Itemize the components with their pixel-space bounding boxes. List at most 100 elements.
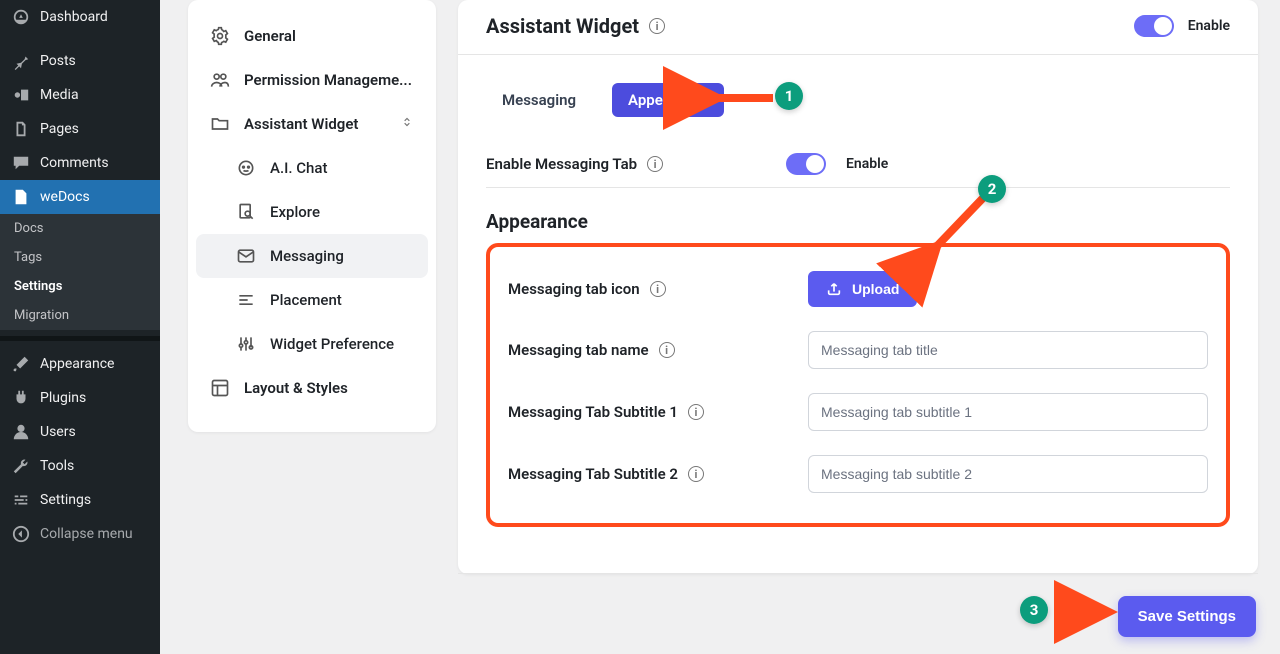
- info-icon[interactable]: i: [649, 18, 665, 34]
- settings-item-assistant-widget[interactable]: Assistant Widget: [196, 102, 428, 146]
- appearance-heading: Appearance: [486, 210, 1230, 233]
- main-settings-card: Assistant Widget i Enable Messaging Appe…: [458, 0, 1258, 574]
- label: Messaging Tab Subtitle 1: [508, 403, 678, 421]
- label: Plugins: [40, 390, 86, 406]
- sidebar-item-posts[interactable]: Posts: [0, 44, 160, 78]
- settings-item-permission[interactable]: Permission Manageme...: [196, 58, 428, 102]
- gauge-icon: [12, 8, 30, 26]
- messaging-subtitle-2-input[interactable]: [808, 455, 1208, 493]
- sidebar-item-users[interactable]: Users: [0, 415, 160, 449]
- tab-appearance[interactable]: Appearance: [612, 83, 724, 117]
- card-body: Messaging Appearance Enable Messaging Ta…: [458, 55, 1258, 574]
- appearance-highlight-box: Messaging tab icon i Upload Messaging ta…: [486, 243, 1230, 527]
- sidebar-item-comments[interactable]: Comments: [0, 146, 160, 180]
- label: Placement: [270, 291, 342, 309]
- label: Messaging tab icon: [508, 280, 640, 298]
- brush-icon: [12, 355, 30, 373]
- submenu-docs[interactable]: Docs: [0, 214, 160, 243]
- wp-admin-sidebar: Dashboard Posts Media Pages Comments weD…: [0, 0, 160, 654]
- settings-sidebar: General Permission Manageme... Assistant…: [188, 0, 436, 432]
- row-subtitle-2: Messaging Tab Subtitle 2 i: [508, 443, 1208, 505]
- label: Pages: [40, 121, 79, 137]
- sidebar-item-tools[interactable]: Tools: [0, 449, 160, 483]
- settings-item-ai-chat[interactable]: A.I. Chat: [196, 146, 428, 190]
- sidebar-item-dashboard[interactable]: Dashboard: [0, 0, 160, 34]
- label: Posts: [40, 53, 76, 69]
- label: Explore: [270, 203, 320, 221]
- sidebar-item-plugins[interactable]: Plugins: [0, 381, 160, 415]
- info-icon[interactable]: i: [659, 342, 675, 358]
- card-header: Assistant Widget i Enable: [458, 0, 1258, 55]
- label: Media: [40, 87, 79, 103]
- row-subtitle-1: Messaging Tab Subtitle 1 i: [508, 381, 1208, 443]
- label: Messaging Tab Subtitle 2: [508, 465, 678, 483]
- sidebar-item-pages[interactable]: Pages: [0, 112, 160, 146]
- wrench-icon: [12, 457, 30, 475]
- mail-icon: [236, 246, 256, 266]
- messaging-tab-name-input[interactable]: [808, 331, 1208, 369]
- sidebar-item-wedocs[interactable]: weDocs: [0, 180, 160, 214]
- media-icon: [12, 86, 30, 104]
- separator: [0, 336, 160, 341]
- upload-button[interactable]: Upload: [808, 271, 917, 307]
- label: Comments: [40, 155, 109, 171]
- messaging-enable-toggle[interactable]: [786, 153, 826, 175]
- info-icon[interactable]: i: [688, 466, 704, 482]
- sidebar-item-appearance[interactable]: Appearance: [0, 347, 160, 381]
- label: Messaging: [270, 247, 344, 265]
- submenu-settings[interactable]: Settings: [0, 272, 160, 301]
- sidebar-item-settings[interactable]: Settings: [0, 483, 160, 517]
- label: Widget Preference: [270, 335, 394, 353]
- sidebar-item-media[interactable]: Media: [0, 78, 160, 112]
- info-icon[interactable]: i: [688, 404, 704, 420]
- label: Upload: [852, 281, 899, 297]
- plug-icon: [12, 389, 30, 407]
- tab-messaging[interactable]: Messaging: [486, 83, 592, 117]
- label: weDocs: [40, 189, 90, 205]
- messaging-subtitle-1-input[interactable]: [808, 393, 1208, 431]
- label: Permission Manageme...: [244, 71, 412, 89]
- wedocs-submenu: Docs Tags Settings Migration: [0, 214, 160, 330]
- row-tab-name: Messaging tab name i: [508, 319, 1208, 381]
- label: Messaging tab name: [508, 341, 649, 359]
- pin-icon: [12, 52, 30, 70]
- sliders-h-icon: [236, 334, 256, 354]
- label: A.I. Chat: [270, 159, 327, 177]
- save-settings-button[interactable]: Save Settings: [1118, 596, 1256, 637]
- pages-icon: [12, 120, 30, 138]
- settings-item-layout-styles[interactable]: Layout & Styles: [196, 366, 428, 410]
- doc-icon: [12, 188, 30, 206]
- folder-icon: [210, 114, 230, 134]
- label: Assistant Widget: [244, 115, 358, 133]
- submenu-migration[interactable]: Migration: [0, 301, 160, 330]
- info-icon[interactable]: i: [650, 281, 666, 297]
- sidebar-item-collapse[interactable]: Collapse menu: [0, 517, 160, 551]
- comment-icon: [12, 154, 30, 172]
- label: Users: [40, 424, 76, 440]
- settings-item-explore[interactable]: Explore: [196, 190, 428, 234]
- tabs: Messaging Appearance: [486, 83, 1230, 117]
- user-icon: [12, 423, 30, 441]
- label: Appearance: [40, 356, 114, 372]
- toggle-label: Enable: [846, 156, 888, 172]
- row-tab-icon: Messaging tab icon i Upload: [508, 259, 1208, 319]
- label: Dashboard: [40, 9, 108, 25]
- enable-label: Enable: [1188, 18, 1230, 34]
- robot-icon: [236, 158, 256, 178]
- label: Layout & Styles: [244, 379, 348, 397]
- label: Collapse menu: [40, 526, 133, 542]
- info-icon[interactable]: i: [647, 156, 663, 172]
- page-title: Assistant Widget: [486, 14, 639, 38]
- submenu-tags[interactable]: Tags: [0, 243, 160, 272]
- settings-item-placement[interactable]: Placement: [196, 278, 428, 322]
- widget-enable-toggle[interactable]: [1134, 15, 1174, 37]
- label: Tools: [40, 458, 74, 474]
- settings-item-widget-preference[interactable]: Widget Preference: [196, 322, 428, 366]
- gear-icon: [210, 26, 230, 46]
- layout-icon: [210, 378, 230, 398]
- expand-icon: [400, 115, 414, 133]
- sliders-icon: [12, 491, 30, 509]
- settings-item-general[interactable]: General: [196, 14, 428, 58]
- settings-item-messaging[interactable]: Messaging: [196, 234, 428, 278]
- label: General: [244, 27, 296, 45]
